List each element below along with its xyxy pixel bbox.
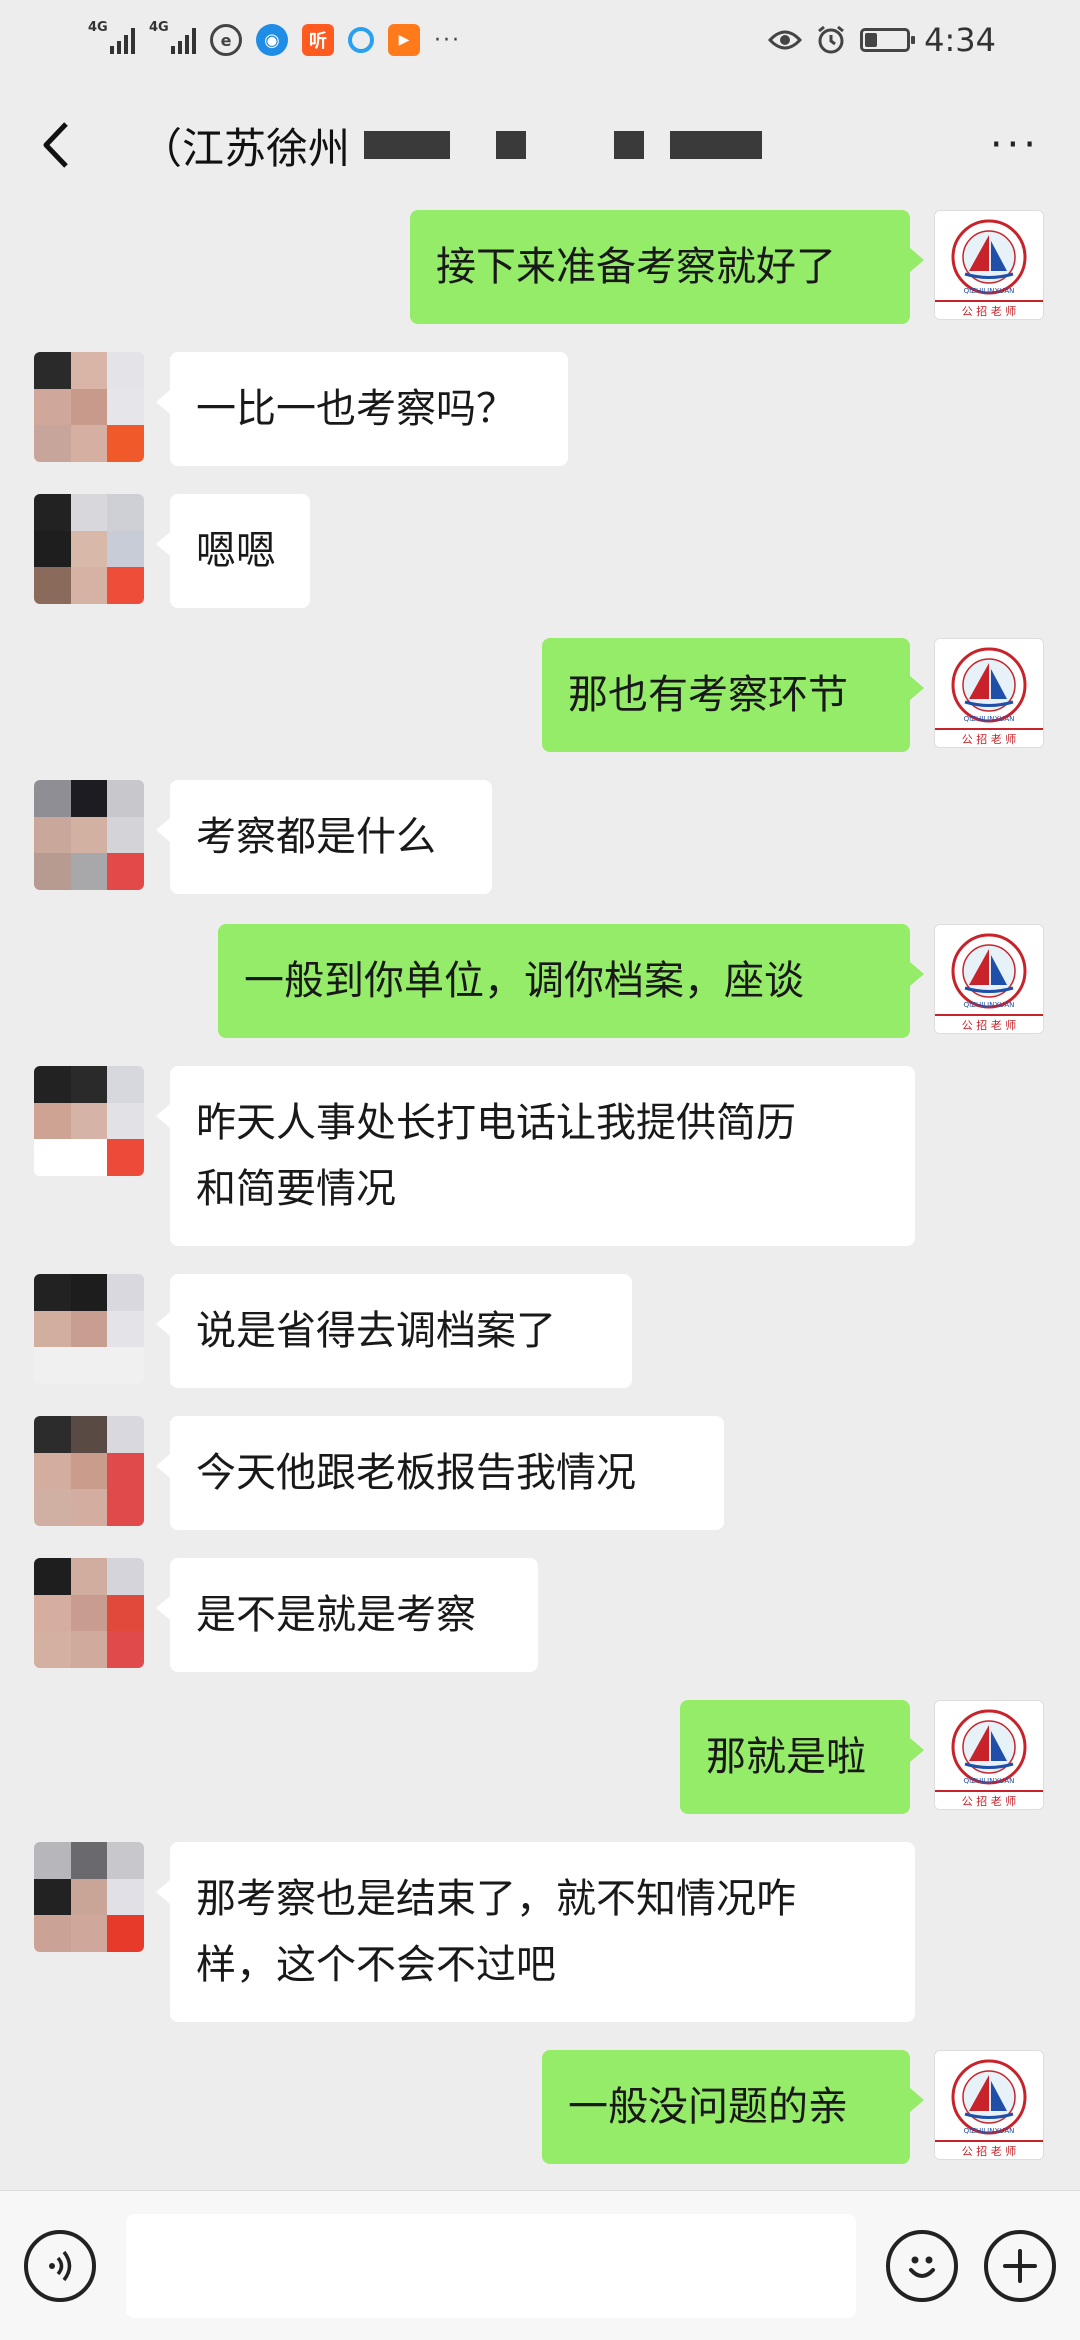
- svg-text:公 招 老 师: 公 招 老 师: [962, 732, 1017, 746]
- contact-avatar-pixelated[interactable]: [34, 1274, 144, 1384]
- teacher-logo-icon: QIZHILINXUAN 公 招 老 师: [935, 2051, 1043, 2159]
- pixelated-image: [34, 1558, 144, 1668]
- message-bubble[interactable]: 一比一也考察吗？: [156, 352, 568, 466]
- message-bubble[interactable]: 接下来准备考察就好了: [410, 210, 924, 324]
- ting-app-icon: 听: [302, 24, 334, 56]
- redaction-block: [670, 131, 763, 159]
- sender-avatar[interactable]: QIZHILINXUAN 公 招 老 师: [934, 210, 1044, 320]
- svg-text:QIZHILINXUAN: QIZHILINXUAN: [964, 1001, 1015, 1009]
- message-bubble[interactable]: 考察都是什么: [156, 780, 492, 894]
- plus-icon: [1003, 2248, 1037, 2283]
- sender-avatar[interactable]: QIZHILINXUAN 公 招 老 师: [934, 1700, 1044, 1810]
- sender-avatar[interactable]: QIZHILINXUAN 公 招 老 师: [934, 638, 1044, 748]
- message-bubble[interactable]: 一般没问题的亲: [542, 2050, 924, 2164]
- more-options-icon[interactable]: ···: [990, 122, 1050, 168]
- teacher-logo-icon: QIZHILINXUAN 公 招 老 师: [935, 639, 1043, 747]
- redaction-block: [496, 131, 527, 159]
- message-bubble[interactable]: 说是省得去调档案了: [156, 1274, 632, 1388]
- pixelated-image: [34, 352, 144, 462]
- svg-text:QIZHILINXUAN: QIZHILINXUAN: [964, 715, 1015, 723]
- signal-icon-2: 4G: [149, 20, 196, 54]
- network-type-label-2: 4G: [149, 20, 169, 35]
- svg-text:公 招 老 师: 公 招 老 师: [962, 1794, 1017, 1808]
- contact-avatar-pixelated[interactable]: [34, 1066, 144, 1176]
- pixelated-image: [34, 780, 144, 890]
- chat-title: （江苏徐州: [140, 123, 351, 173]
- input-bar: [0, 2190, 1080, 2340]
- status-right: 4:34: [768, 21, 996, 59]
- contact-avatar-pixelated[interactable]: [34, 494, 144, 604]
- app-icon-blue: ◉: [256, 24, 288, 56]
- signal-icon: 4G: [88, 20, 135, 54]
- pixelated-image: [34, 494, 144, 604]
- contact-avatar-pixelated[interactable]: [34, 1558, 144, 1668]
- svg-text:公 招 老 师: 公 招 老 师: [962, 2144, 1017, 2158]
- sender-avatar[interactable]: QIZHILINXUAN 公 招 老 师: [934, 924, 1044, 1034]
- contact-avatar-pixelated[interactable]: [34, 1842, 144, 1952]
- status-bar: 4G 4G e ◉ 听 ▶ ··· 4:34: [0, 0, 1080, 80]
- contact-avatar-pixelated[interactable]: [34, 352, 144, 462]
- pixelated-image: [34, 1416, 144, 1526]
- back-arrow-icon[interactable]: [30, 120, 80, 170]
- eye-icon: [768, 30, 803, 50]
- message-bubble[interactable]: 今天他跟老板报告我情况: [156, 1416, 724, 1530]
- status-time: 4:34: [924, 21, 996, 59]
- video-app-icon: ▶: [388, 24, 420, 56]
- teacher-logo-icon: QIZHILINXUAN 公 招 老 师: [935, 1701, 1043, 1809]
- svg-text:QIZHILINXUAN: QIZHILINXUAN: [964, 1777, 1015, 1785]
- teacher-logo-icon: QIZHILINXUAN 公 招 老 师: [935, 211, 1043, 319]
- voice-icon: [49, 2250, 72, 2281]
- pixelated-image: [34, 1066, 144, 1176]
- battery-icon: [860, 28, 916, 52]
- message-bubble[interactable]: 那考察也是结束了，就不知情况咋 样，这个不会不过吧: [156, 1842, 915, 2022]
- emoji-icon: [909, 2256, 935, 2278]
- teacher-logo-icon: QIZHILINXUAN 公 招 老 师: [935, 925, 1043, 1033]
- message-bubble[interactable]: 嗯嗯: [156, 494, 310, 608]
- network-type-label: 4G: [88, 20, 108, 35]
- svg-text:公 招 老 师: 公 招 老 师: [962, 1018, 1017, 1032]
- redaction-block: [364, 131, 451, 159]
- more-functions-button[interactable]: [984, 2229, 1056, 2302]
- message-list[interactable]: QIZHILINXUAN 公 招 老 师 接下来准备考察就好了一比一也考察吗？ 嗯…: [0, 210, 1080, 2190]
- chat-header: （江苏徐州 ···: [0, 80, 1080, 210]
- message-bubble[interactable]: 那就是啦: [680, 1700, 924, 1814]
- message-input[interactable]: [126, 2213, 856, 2318]
- sender-avatar[interactable]: QIZHILINXUAN 公 招 老 师: [934, 2050, 1044, 2160]
- chat-screen: 4G 4G e ◉ 听 ▶ ··· 4:34 （江苏徐州 ··· QIZHILI…: [0, 0, 1080, 2340]
- status-overflow-icon: ···: [434, 27, 461, 53]
- svg-text:公 招 老 师: 公 招 老 师: [962, 304, 1017, 318]
- app-icon-ring: [348, 27, 374, 53]
- svg-text:QIZHILINXUAN: QIZHILINXUAN: [964, 2127, 1015, 2135]
- message-bubble[interactable]: 那也有考察环节: [542, 638, 924, 752]
- message-bubble[interactable]: 昨天人事处长打电话让我提供简历 和简要情况: [156, 1066, 915, 1246]
- voice-input-button[interactable]: [24, 2229, 96, 2302]
- message-bubble[interactable]: 一般到你单位，调你档案，座谈: [218, 924, 924, 1038]
- contact-avatar-pixelated[interactable]: [34, 1416, 144, 1526]
- emoji-button[interactable]: [886, 2229, 958, 2302]
- pixelated-image: [34, 1842, 144, 1952]
- title-redaction: [364, 131, 763, 159]
- pixelated-image: [34, 1274, 144, 1384]
- svg-text:QIZHILINXUAN: QIZHILINXUAN: [964, 287, 1015, 295]
- message-bubble[interactable]: 是不是就是考察: [156, 1558, 538, 1672]
- browser-icon: e: [210, 24, 242, 56]
- contact-avatar-pixelated[interactable]: [34, 780, 144, 890]
- alarm-icon: [818, 25, 845, 54]
- redaction-block: [614, 131, 645, 159]
- status-left: 4G 4G e ◉ 听 ▶ ···: [88, 20, 461, 56]
